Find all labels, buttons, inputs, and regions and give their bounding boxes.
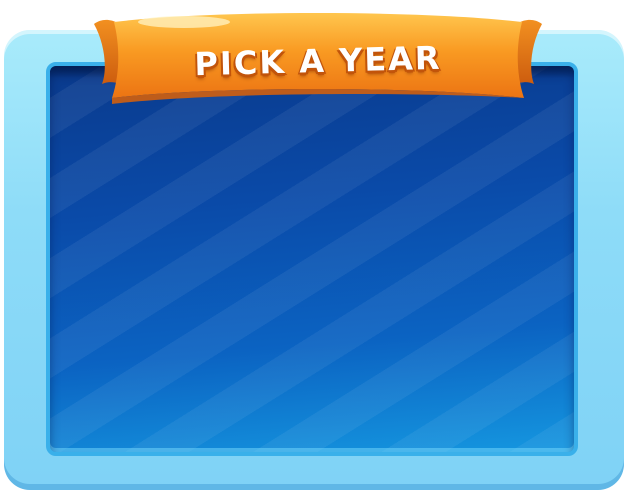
year-list-panel (46, 62, 578, 456)
title-banner: PICK A YEAR (92, 12, 544, 106)
year-picker-dialog: PICK A YEAR (0, 0, 628, 494)
